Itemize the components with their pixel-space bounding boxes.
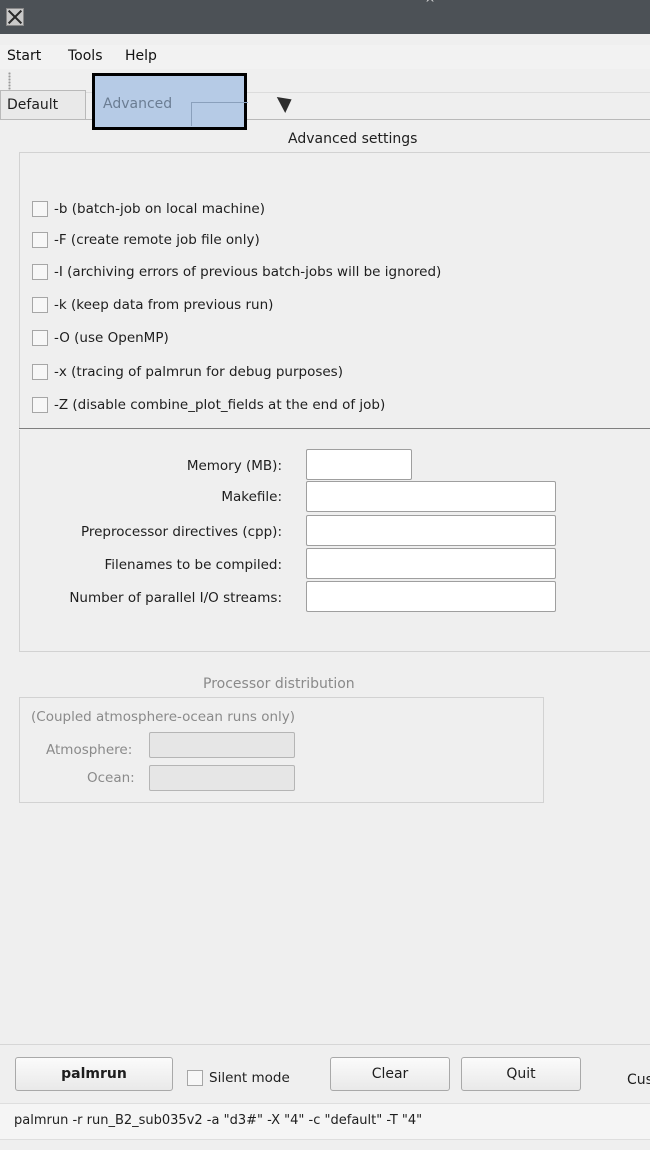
options-frame [19, 152, 650, 429]
makefile-input[interactable] [306, 481, 556, 512]
menu-tools[interactable]: Tools [68, 48, 103, 64]
option-label: -O (use OpenMP) [54, 330, 169, 346]
menu-help[interactable]: Help [125, 48, 157, 64]
title-bar [0, 0, 650, 34]
cpp-directives-label: Preprocessor directives (cpp): [80, 524, 282, 540]
custom-label-truncated: Cus [627, 1072, 650, 1088]
palmrun-button[interactable]: palmrun [15, 1057, 173, 1091]
checkbox[interactable] [32, 397, 48, 413]
option-label: -k (keep data from previous run) [54, 297, 274, 313]
option-label: -F (create remote job file only) [54, 232, 260, 248]
app-icon [6, 8, 24, 26]
memory-label: Memory (MB): [186, 458, 282, 474]
cpp-directives-input[interactable] [306, 515, 556, 546]
silent-mode-label: Silent mode [209, 1070, 290, 1086]
filenames-label: Filenames to be compiled: [104, 557, 282, 573]
silent-mode-checkbox[interactable] [187, 1070, 203, 1086]
tab-default[interactable]: Default [0, 90, 86, 119]
advanced-settings-heading: Advanced settings [288, 131, 418, 147]
ocean-input[interactable] [149, 765, 295, 791]
option-label: -I (archiving errors of previous batch-j… [54, 264, 442, 280]
atmosphere-label: Atmosphere: [46, 742, 133, 758]
checkbox[interactable] [32, 201, 48, 217]
option-label: -x (tracing of palmrun for debug purpose… [54, 364, 343, 380]
checkbox[interactable] [32, 297, 48, 313]
mouse-pointer-icon [276, 91, 296, 113]
quit-button[interactable]: Quit [461, 1057, 581, 1091]
checkbox[interactable] [32, 264, 48, 280]
clear-button[interactable]: Clear [330, 1057, 450, 1091]
ocean-label: Ocean: [87, 770, 135, 786]
menu-start[interactable]: Start [7, 48, 41, 64]
processor-distribution-heading: Processor distribution [203, 676, 355, 692]
memory-input[interactable] [306, 449, 412, 480]
processor-note: (Coupled atmosphere-ocean runs only) [31, 709, 296, 725]
option-label: -b (batch-job on local machine) [54, 201, 265, 217]
tab-advanced-inner-highlight [191, 102, 248, 126]
bottom-divider [0, 1044, 650, 1045]
checkbox[interactable] [32, 364, 48, 380]
tab-advanced-label: Advanced [103, 96, 173, 112]
filenames-input[interactable] [306, 548, 556, 579]
section-separator [19, 428, 650, 429]
atmosphere-input[interactable] [149, 732, 295, 758]
option-label: -Z (disable combine_plot_fields at the e… [54, 397, 386, 413]
makefile-label: Makefile: [221, 489, 282, 505]
toolbar-grip-handle[interactable] [8, 72, 11, 90]
checkbox[interactable] [32, 232, 48, 248]
tab-advanced[interactable]: Advanced [92, 73, 248, 130]
checkbox[interactable] [32, 330, 48, 346]
title-caret: ^ [425, 0, 436, 10]
io-streams-input[interactable] [306, 581, 556, 612]
menu-bar: Start Tools Help [0, 45, 650, 69]
tab-default-label: Default [7, 97, 59, 113]
io-streams-label: Number of parallel I/O streams: [69, 590, 282, 606]
command-line-text: palmrun -r run_B2_sub035v2 -a "d3#" -X "… [14, 1113, 423, 1128]
